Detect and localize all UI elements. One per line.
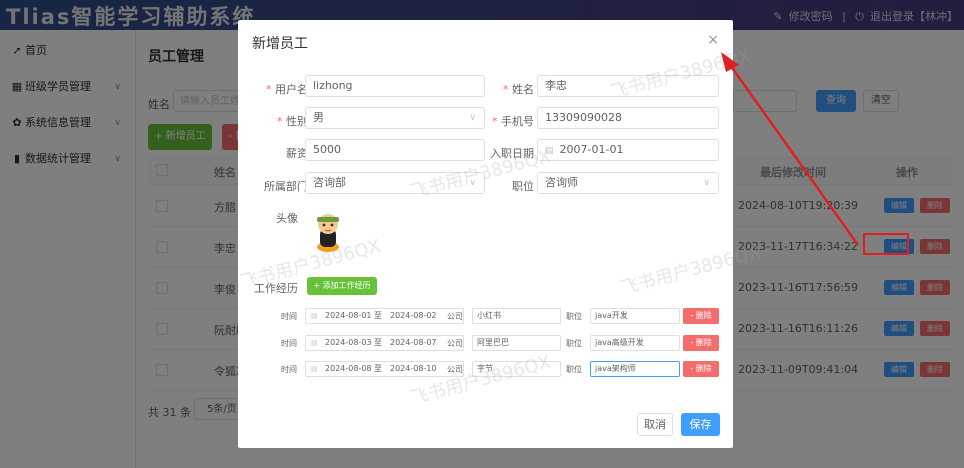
annotation-arrow [721, 52, 860, 246]
